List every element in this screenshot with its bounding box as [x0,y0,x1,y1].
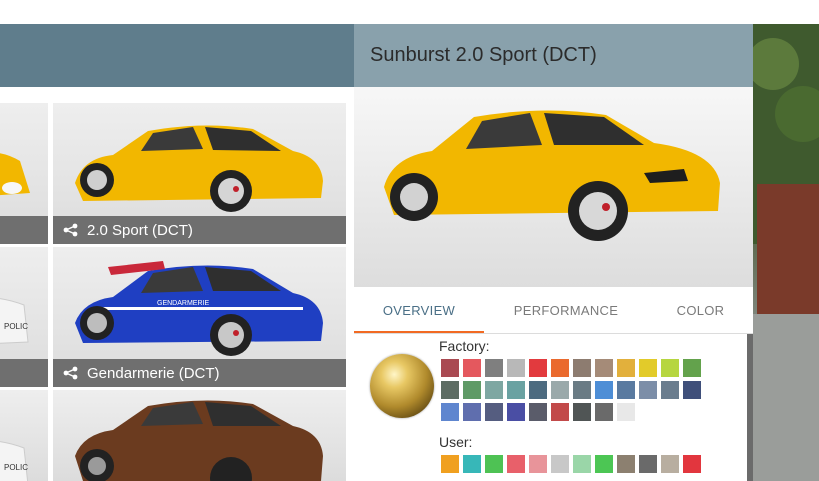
factory-color-swatch[interactable] [683,359,701,377]
selected-paint-preview [370,354,434,418]
factory-color-swatch[interactable] [551,359,569,377]
factory-color-swatch[interactable] [529,381,547,399]
tab-color[interactable]: COLOR [648,287,753,333]
factory-color-swatch[interactable] [639,381,657,399]
car-thumbnail-brown [75,400,323,481]
tab-performance-label: PERFORMANCE [513,302,619,318]
factory-color-swatch[interactable] [507,403,525,421]
vehicle-detail-title: Sunburst 2.0 Sport (DCT) [354,24,753,87]
factory-color-swatch[interactable] [529,403,547,421]
factory-color-swatch[interactable] [441,403,459,421]
detail-tabs: OVERVIEW PERFORMANCE COLOR [354,287,753,334]
factory-color-swatch[interactable] [485,359,503,377]
factory-color-swatch[interactable] [485,403,503,421]
police-badge-text: POLIC [4,463,28,472]
vehicle-preview [354,87,753,287]
vehicle-list-header [0,24,354,87]
factory-color-swatch[interactable] [441,359,459,377]
car-preview-image [384,110,720,241]
factory-color-swatch[interactable] [661,359,679,377]
user-color-swatch[interactable] [617,455,635,473]
vehicle-config-grid: POLIC POLIC 2.0 Sport (DCT) GENDARMERIE … [0,103,350,481]
factory-color-swatch[interactable] [595,359,613,377]
user-color-swatch[interactable] [661,455,679,473]
game-world-background [753,24,819,481]
config-tile-label-bar [0,359,48,387]
car-thumbnail: POLIC [0,441,28,481]
factory-color-swatch[interactable] [661,381,679,399]
factory-color-swatch[interactable] [463,359,481,377]
user-color-swatch[interactable] [441,455,459,473]
factory-color-swatch[interactable] [595,403,613,421]
config-tile[interactable]: 2.0 Sport (DCT) [53,103,346,244]
tab-overview[interactable]: OVERVIEW [354,287,484,333]
user-color-swatch[interactable] [595,455,613,473]
paint-selector: Factory: User: [354,334,747,481]
config-tile[interactable]: GENDARMERIE Gendarmerie (DCT) [53,247,346,387]
user-color-swatch[interactable] [551,455,569,473]
factory-color-swatch[interactable] [529,359,547,377]
user-colors-label: User: [439,434,473,450]
config-tile[interactable] [53,390,346,481]
factory-color-swatch[interactable] [441,381,459,399]
factory-color-swatch[interactable] [551,381,569,399]
user-color-swatch[interactable] [463,455,481,473]
factory-color-swatch[interactable] [573,359,591,377]
config-tile-partial[interactable]: POLIC [0,390,48,481]
factory-colors-label: Factory: [439,338,490,354]
config-tile-label-bar: 2.0 Sport (DCT) [53,216,346,244]
factory-color-swatch[interactable] [463,403,481,421]
user-color-swatch[interactable] [573,455,591,473]
factory-color-swatch[interactable] [485,381,503,399]
police-badge-text: POLIC [4,322,28,331]
config-tile-label: Gendarmerie (DCT) [87,364,220,382]
top-margin [0,0,819,24]
factory-color-swatch[interactable] [573,403,591,421]
factory-color-swatch[interactable] [507,381,525,399]
active-tab-indicator [354,331,484,333]
scenery-image [753,24,819,481]
factory-color-swatch[interactable] [507,359,525,377]
factory-color-swatch[interactable] [683,381,701,399]
factory-color-swatch[interactable] [617,381,635,399]
factory-color-swatch[interactable] [639,359,657,377]
config-tile-partial[interactable] [0,103,48,244]
share-nodes-icon [63,366,78,380]
config-tile-partial[interactable]: POLIC [0,247,48,387]
user-color-swatch[interactable] [639,455,657,473]
config-tile-label-bar [0,216,48,244]
user-color-swatch[interactable] [529,455,547,473]
factory-color-swatch[interactable] [617,359,635,377]
user-color-swatch[interactable] [683,455,701,473]
factory-color-swatch[interactable] [573,381,591,399]
user-color-swatch[interactable] [485,455,503,473]
factory-color-swatch[interactable] [595,381,613,399]
tab-overview-label: OVERVIEW [382,302,456,318]
config-tile-label-bar: Gendarmerie (DCT) [53,359,346,387]
factory-color-swatch[interactable] [551,403,569,421]
share-nodes-icon [63,223,78,237]
factory-color-swatch[interactable] [617,403,635,421]
tab-color-label: COLOR [676,302,725,318]
gendarmerie-livery-text: GENDARMERIE [157,300,209,307]
factory-color-swatch[interactable] [463,381,481,399]
config-tile-label: 2.0 Sport (DCT) [87,221,193,239]
tab-performance[interactable]: PERFORMANCE [484,287,648,333]
user-color-swatch[interactable] [507,455,525,473]
